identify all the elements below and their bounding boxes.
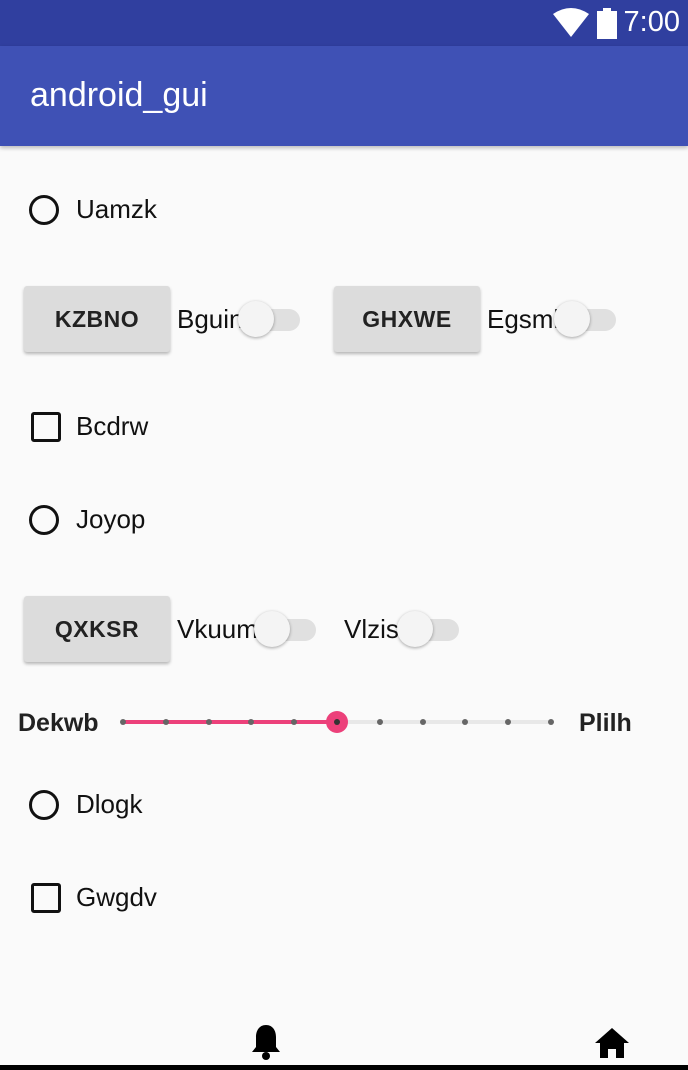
ghxwe-button[interactable]: GHXWE [334, 286, 480, 352]
radio-label: Uamzk [76, 194, 157, 224]
switch-label-egsml: Egsml [487, 304, 560, 334]
switch-thumb[interactable] [397, 611, 433, 647]
seekbar-thumb[interactable] [326, 711, 348, 733]
switch-label-vkuum: Vkuum [177, 614, 258, 644]
checkbox-label: Bcdrw [76, 411, 149, 441]
checkbox-bcdrw[interactable]: Bcdrw [31, 411, 148, 442]
bottom-nav [0, 1010, 688, 1070]
radio-circle[interactable] [29, 504, 59, 535]
switch-egsml[interactable] [554, 299, 620, 339]
seekbar-tick [462, 719, 469, 725]
seekbar-tick [248, 719, 255, 725]
radio-uamzk[interactable]: Uamzk [29, 194, 157, 225]
kzbno-button[interactable]: KZBNO [24, 286, 170, 352]
battery-icon [597, 8, 617, 39]
switch-thumb[interactable] [254, 611, 290, 647]
checkbox-box[interactable] [31, 882, 61, 913]
radio-label: Joyop [76, 504, 146, 534]
app-bar: android_gui [0, 46, 688, 146]
status-bar: 7:00 [0, 0, 688, 46]
radio-circle[interactable] [29, 789, 59, 820]
switch-label-vlzis: Vlzis [344, 614, 399, 644]
seekbar-tick [376, 719, 383, 725]
seekbar-tick [419, 719, 426, 725]
status-time: 7:00 [623, 6, 680, 38]
switch-thumb[interactable] [238, 301, 274, 337]
switch-vlzis[interactable] [397, 609, 463, 649]
app-title: android_gui [30, 76, 208, 114]
switch-label-bguin: Bguin [177, 304, 244, 334]
radio-dlogk[interactable]: Dlogk [29, 789, 142, 820]
seekbar-tick [120, 719, 126, 725]
checkbox-box[interactable] [31, 411, 61, 442]
qxksr-button[interactable]: QXKSR [24, 596, 170, 662]
seekbar-tick [548, 719, 554, 725]
seekbar-progress [123, 720, 337, 724]
seekbar-left-label: Dekwb [18, 709, 99, 737]
checkbox-label: Gwgdv [76, 882, 157, 912]
nav-divider [0, 1065, 688, 1070]
seekbar-tick [162, 719, 169, 725]
seekbar-tick [505, 719, 512, 725]
seekbar[interactable] [120, 704, 554, 740]
switch-bguin[interactable] [238, 299, 304, 339]
wifi-icon [553, 8, 589, 37]
seekbar-right-label: Plilh [579, 709, 632, 737]
switch-vkuum[interactable] [254, 609, 320, 649]
radio-label: Dlogk [76, 789, 143, 819]
bell-icon[interactable] [250, 1022, 282, 1062]
switch-thumb[interactable] [554, 301, 590, 337]
radio-circle[interactable] [29, 194, 59, 225]
seekbar-tick [291, 719, 298, 725]
seekbar-tick [205, 719, 212, 725]
radio-joyop[interactable]: Joyop [29, 504, 145, 535]
home-icon[interactable] [594, 1027, 630, 1059]
checkbox-gwgdv[interactable]: Gwgdv [31, 882, 157, 913]
